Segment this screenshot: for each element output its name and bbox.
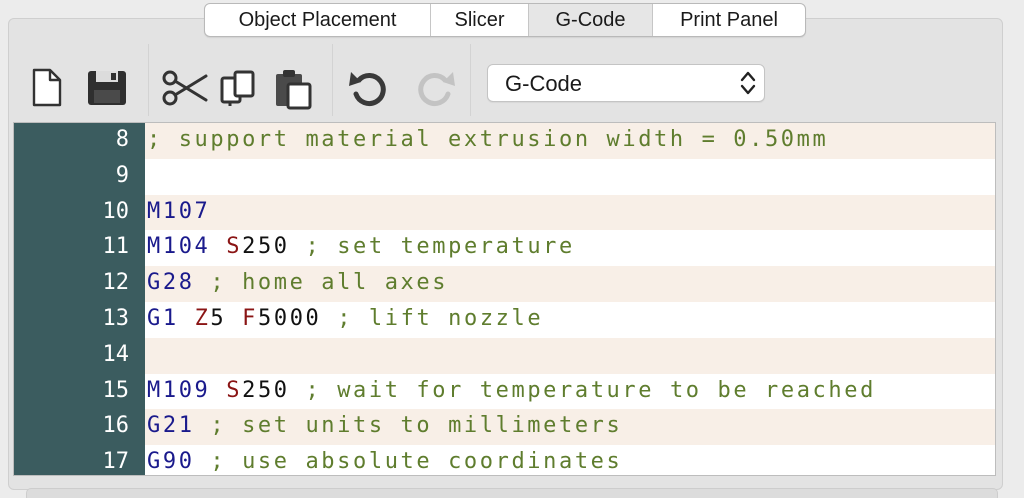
code-token: M109	[147, 377, 211, 403]
chevron-up-down-icon	[740, 71, 756, 95]
code-lines: 8 ; support material extrusion width = 0.…	[14, 123, 995, 475]
tab-slicer[interactable]: Slicer	[431, 4, 529, 36]
code-token: 250	[242, 377, 290, 403]
code-text: M107	[147, 199, 210, 224]
code-token: S	[226, 234, 243, 260]
code-text: G90 ; use absolute coordinates	[147, 449, 622, 474]
code-line[interactable]: 9	[14, 159, 995, 195]
line-number: 11	[102, 234, 130, 260]
new-document-icon	[32, 68, 62, 107]
code-line[interactable]: 17 G90 ; use absolute coordinates	[14, 445, 995, 475]
code-line[interactable]: 14	[14, 337, 995, 374]
code-token: Z	[194, 305, 211, 331]
save-button[interactable]	[82, 62, 132, 114]
code-line[interactable]: 8 ; support material extrusion width = 0.…	[14, 123, 995, 159]
tab-g-code[interactable]: G-Code	[529, 4, 653, 36]
line-number: 17	[102, 449, 130, 475]
code-token: ; lift nozzle	[321, 305, 544, 331]
line-number: 9	[115, 162, 129, 188]
app-window: Object Placement Slicer G-Code Print Pan…	[0, 0, 1024, 498]
code-token: ; support material extrusion width = 0.5…	[147, 127, 829, 152]
gcode-editor[interactable]: 8 ; support material extrusion width = 0.…	[13, 122, 996, 476]
view-select[interactable]: G-Code	[487, 64, 765, 102]
line-number: 8	[115, 127, 129, 152]
code-text: G28 ; home all axes	[147, 270, 448, 295]
bottom-panel-edge	[26, 488, 998, 498]
code-token: G90	[147, 449, 195, 475]
line-number: 16	[102, 413, 130, 439]
code-token: 5	[210, 305, 227, 331]
code-token: F	[242, 305, 258, 331]
cut-button[interactable]	[160, 62, 210, 114]
code-line[interactable]: 16 G21 ; set units to millimeters	[14, 409, 995, 446]
select-value: G-Code	[505, 71, 583, 96]
code-line[interactable]: 13 G1 Z5 F5000 ; lift nozzle	[14, 302, 995, 338]
code-token: ; wait for temperature to be reached	[289, 377, 876, 403]
tab-object-placement[interactable]: Object Placement	[205, 4, 431, 36]
code-text: M109 S250 ; wait for temperature to be r…	[147, 378, 876, 403]
new-button[interactable]	[22, 62, 72, 114]
code-text: M104 S250 ; set temperature	[147, 234, 575, 259]
line-number: 12	[102, 270, 130, 296]
code-token: ; home all axes	[194, 270, 449, 296]
toolbar-separator	[470, 44, 471, 116]
copy-button[interactable]	[214, 62, 264, 114]
line-number: 10	[102, 198, 130, 224]
code-token: S	[226, 377, 243, 403]
cut-scissors-icon	[162, 70, 208, 106]
code-line[interactable]: 11 M104 S250 ; set temperature	[14, 230, 995, 266]
toolbar-separator	[332, 44, 333, 116]
code-line[interactable]: 15 M109 S250 ; wait for temperature to be…	[14, 374, 995, 410]
code-line-background	[145, 194, 995, 231]
code-text: ; support material extrusion width = 0.5…	[147, 127, 828, 152]
code-token: ; set temperature	[289, 234, 575, 260]
code-token: M107	[147, 198, 211, 224]
code-line-background	[145, 159, 995, 195]
code-token: 5000	[258, 305, 322, 331]
code-text: G1 Z5 F5000 ; lift nozzle	[147, 306, 543, 331]
line-number: 13	[102, 305, 130, 331]
tab-print-panel[interactable]: Print Panel	[653, 4, 805, 36]
undo-icon	[349, 72, 386, 106]
code-token: ; use absolute coordinates	[194, 449, 623, 475]
paste-button[interactable]	[268, 62, 318, 114]
paste-icon	[276, 70, 312, 110]
code-token: G21	[147, 413, 195, 439]
code-line-background	[145, 337, 995, 374]
tab-bar: Object Placement Slicer G-Code Print Pan…	[204, 3, 806, 37]
code-text: G21 ; set units to millimeters	[147, 413, 622, 438]
save-disk-icon	[88, 71, 126, 105]
copy-icon	[220, 70, 255, 106]
redo-button[interactable]	[410, 62, 460, 114]
code-line[interactable]: 12 G28 ; home all axes	[14, 266, 995, 302]
redo-icon	[418, 72, 455, 106]
undo-button[interactable]	[344, 62, 394, 114]
code-token: ; set units to millimeters	[194, 413, 623, 439]
line-number: 14	[102, 341, 130, 367]
code-line[interactable]: 10 M107	[14, 194, 995, 231]
code-token: M104	[147, 234, 211, 260]
toolbar-separator	[148, 44, 149, 116]
code-token: G28	[147, 270, 195, 296]
code-token: 250	[242, 234, 290, 260]
line-number: 15	[102, 377, 130, 403]
code-token: G1	[147, 305, 179, 331]
